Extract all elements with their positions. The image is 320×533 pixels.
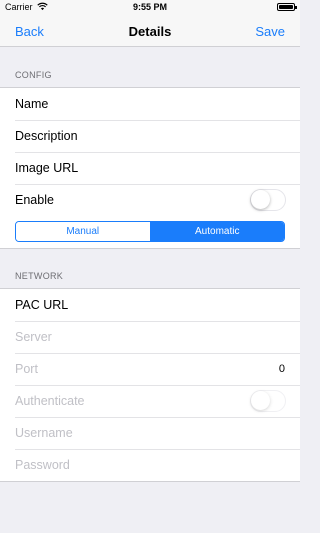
password-field[interactable]: Password [0,449,300,481]
enable-label: Enable [15,193,54,207]
toggle-knob [251,391,270,410]
navigation-bar: Back Details Save [0,15,300,47]
authenticate-toggle[interactable] [250,390,286,412]
toggle-knob [251,190,270,209]
config-group: Name Description Image URL Enable Manual… [0,87,300,249]
segment-automatic[interactable]: Automatic [149,222,284,241]
battery-level [279,5,293,9]
image-url-label: Image URL [15,161,79,175]
name-label: Name [15,97,49,111]
pac-url-label: PAC URL [15,298,69,312]
name-field[interactable]: Name [0,88,300,120]
mode-segmented-control: Manual Automatic [15,221,285,242]
status-time: 9:55 PM [132,2,167,12]
server-label: Server [15,330,52,344]
pac-url-field[interactable]: PAC URL [0,289,300,321]
segment-manual[interactable]: Manual [16,222,150,241]
server-field[interactable]: Server [0,321,300,353]
network-group: PAC URL Server Port 0 Authenticate Usern… [0,288,300,482]
network-section-header: NETWORK [15,271,64,281]
port-value: 0 [278,363,285,375]
config-section-header: CONFIG [15,70,52,80]
username-field[interactable]: Username [0,417,300,449]
authenticate-row: Authenticate [0,385,300,417]
password-label: Password [15,458,70,472]
authenticate-label: Authenticate [15,394,85,408]
enable-row: Enable [0,184,300,216]
battery-icon [277,3,297,11]
image-url-field[interactable]: Image URL [0,152,300,184]
save-button[interactable]: Save [255,24,285,39]
description-field[interactable]: Description [0,120,300,152]
enable-toggle[interactable] [250,189,286,211]
port-label: Port [15,362,38,376]
port-field[interactable]: Port 0 [0,353,300,385]
status-bar: Carrier 9:55 PM [0,0,300,15]
description-label: Description [15,129,78,143]
username-label: Username [15,426,73,440]
